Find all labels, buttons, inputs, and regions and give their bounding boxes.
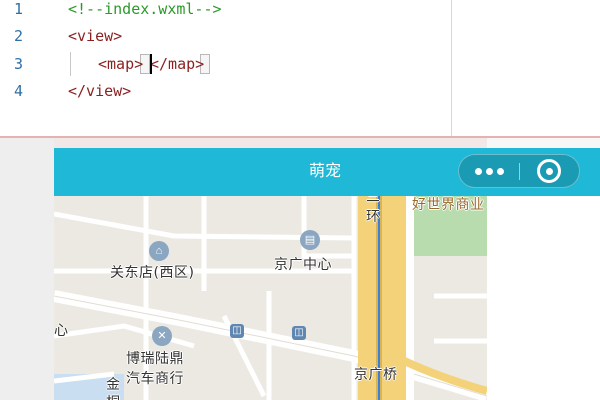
code-line-4[interactable]: 4 </view> (0, 78, 452, 104)
map-view[interactable]: ⌂ ▤ ✕ ◫ ◫ 关东店(西区) 京广中心 好世界商业 三 环 博瑞陆鼎 汽车… (54, 196, 487, 400)
code-text: <view> (68, 27, 123, 45)
line-number: 3 (14, 55, 24, 73)
more-dots-icon (497, 168, 504, 175)
target-dot-icon (546, 168, 553, 175)
code-editor[interactable]: 1 <!--index.wxml--> 2 <view> 3 <map> </m… (0, 0, 452, 136)
code-text-close-tag: </map> (150, 55, 205, 73)
navigation-bar: 萌宠 (54, 148, 600, 196)
menu-capsule (458, 154, 580, 188)
code-text: </view> (68, 82, 132, 100)
line-number: 1 (14, 0, 24, 18)
map-roads (54, 196, 487, 400)
simulator-gutter (0, 138, 54, 400)
line-number: 2 (14, 27, 24, 45)
map-poi-icon[interactable]: ⌂ (149, 241, 169, 261)
phone-screen: 萌宠 ⌂ ▤ ✕ ◫ ◫ 关东店(西区) 京广中心 好世界商业 三 环 博瑞陆鼎… (54, 148, 600, 400)
map-label: 京广桥 (354, 367, 398, 383)
map-label: 桐 (106, 392, 121, 400)
map-label: 汽车商行 (126, 371, 184, 387)
line-number: 4 (14, 82, 24, 100)
map-label: 三 (366, 196, 381, 205)
map-label: 心 (54, 323, 69, 339)
page-background (487, 196, 600, 400)
code-text-open-tag: <map> (98, 55, 144, 73)
more-dots-icon (486, 168, 493, 175)
close-button[interactable] (521, 155, 579, 187)
map-label: 好世界商业 (412, 197, 485, 213)
code-line-2[interactable]: 2 <view> (0, 23, 452, 49)
code-text: <!--index.wxml--> (68, 0, 222, 18)
more-button[interactable] (459, 155, 519, 187)
map-label: 博瑞陆鼎 (126, 351, 184, 367)
more-dots-icon (475, 168, 482, 175)
page-title: 萌宠 (308, 163, 341, 180)
map-poi-icon[interactable]: ▤ (300, 230, 320, 250)
capsule-divider (519, 163, 520, 180)
map-label: 环 (366, 209, 381, 225)
map-poi-icon[interactable]: ✕ (152, 326, 172, 346)
map-label: 关东店(西区) (110, 265, 195, 281)
code-line-1[interactable]: 1 <!--index.wxml--> (0, 0, 452, 22)
code-line-3[interactable]: 3 <map> </map> (0, 51, 452, 77)
simulator-panel: 萌宠 ⌂ ▤ ✕ ◫ ◫ 关东店(西区) 京广中心 好世界商业 三 环 博瑞陆鼎… (0, 136, 600, 400)
metro-station-icon[interactable]: ◫ (230, 324, 244, 338)
metro-station-icon[interactable]: ◫ (292, 326, 306, 340)
text-cursor (150, 54, 152, 74)
map-label: 金 (106, 377, 121, 393)
map-label: 京广中心 (274, 257, 332, 273)
